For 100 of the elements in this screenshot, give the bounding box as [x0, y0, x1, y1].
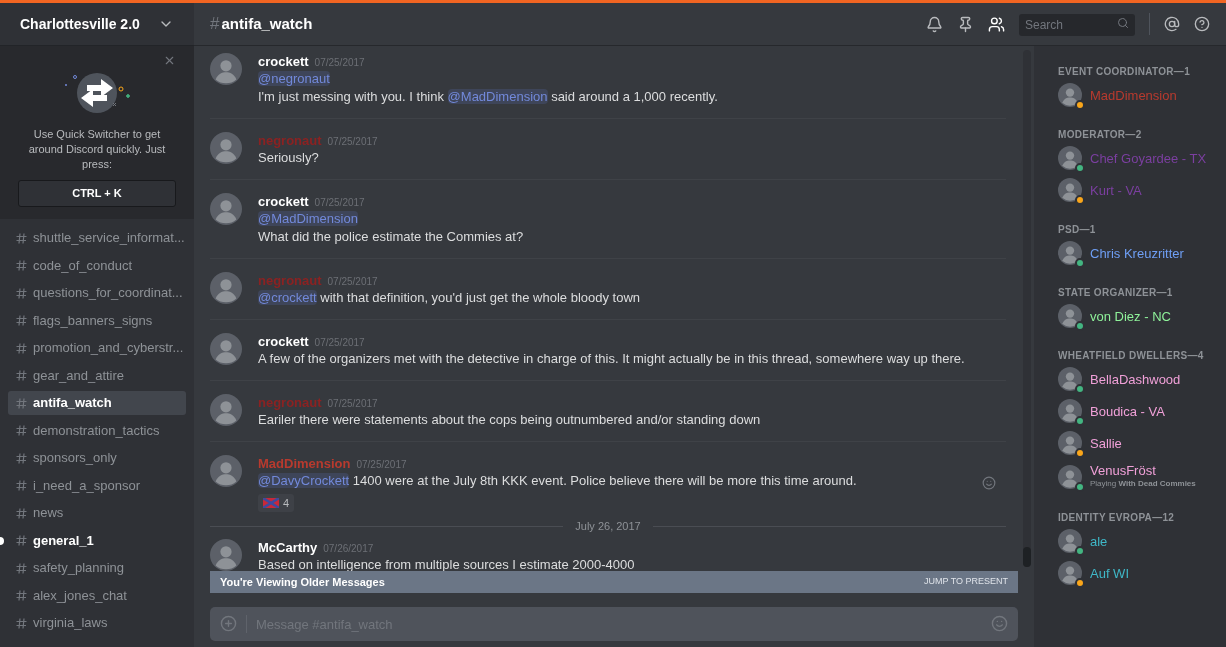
- channel-item[interactable]: questions_for_coordinat...: [8, 281, 186, 305]
- member-group-title: STATE ORGANIZER—1: [1058, 287, 1174, 298]
- mention-link[interactable]: @negronaut: [258, 71, 330, 86]
- author-name[interactable]: McCarthy: [258, 539, 318, 556]
- hash-icon: [16, 342, 27, 354]
- hash-icon: [16, 452, 27, 464]
- channel-item[interactable]: code_of_conduct: [8, 253, 186, 278]
- user-avatar: [210, 272, 242, 304]
- member-name: Sallie: [1090, 435, 1122, 451]
- member-item[interactable]: MadDimension: [1058, 83, 1218, 107]
- member-item[interactable]: Auf WI: [1058, 561, 1218, 585]
- hash-icon: [16, 535, 27, 546]
- message-text: I'm just messing with you. I think @MadDimension said around a 1,000 recently.: [258, 88, 718, 106]
- shortcut-key: CTRL + K: [18, 180, 176, 207]
- bell-icon[interactable]: [926, 15, 943, 33]
- member-avatar: [1058, 304, 1082, 328]
- channel-item[interactable]: gear_and_attire: [8, 363, 186, 388]
- member-group-title: WHEATFIELD DWELLERS—4: [1058, 350, 1205, 361]
- hash-icon: [16, 260, 27, 271]
- member-name: VenusFröst: [1090, 463, 1157, 478]
- channel-item[interactable]: virginia_laws: [8, 611, 186, 635]
- message-text: @DavyCrockett 1400 were at the July 8th KKK event. Police believe there will be more this time around.: [258, 472, 857, 490]
- hash-icon: [16, 617, 27, 629]
- member-name: MadDimension: [1090, 87, 1177, 103]
- member-avatar: [1058, 431, 1082, 455]
- member-item[interactable]: Chris Kreuzritter: [1058, 241, 1218, 265]
- member-name: Boudica - VA: [1090, 403, 1165, 419]
- search-field[interactable]: Search: [1019, 14, 1135, 36]
- member-avatar: [1058, 146, 1082, 170]
- message-text: Based on intelligence from multiple sources I estimate 2000-4000: [258, 556, 635, 571]
- mention-icon[interactable]: [1164, 16, 1180, 32]
- channel-item[interactable]: antifa_watch: [8, 391, 186, 415]
- channel-item[interactable]: alex_jones_chat: [8, 583, 186, 608]
- member-item[interactable]: von Diez - NC: [1058, 304, 1218, 328]
- pin-icon[interactable]: [957, 15, 974, 33]
- member-avatar: [1058, 399, 1082, 423]
- channel-item[interactable]: i_need_a_sponsor: [8, 473, 186, 498]
- member-avatar: [1058, 178, 1082, 202]
- search-icon: [1117, 17, 1129, 29]
- mention-link[interactable]: @MadDimension: [447, 89, 548, 104]
- channel-item[interactable]: safety_planning: [8, 556, 186, 580]
- help-icon[interactable]: [1194, 16, 1210, 32]
- mention-link[interactable]: @DavyCrockett: [258, 473, 350, 488]
- member-avatar: [1058, 83, 1082, 107]
- hash-icon: [16, 590, 27, 601]
- channel-item[interactable]: demonstration_tactics: [8, 418, 186, 443]
- message-text: Seriously?: [258, 149, 320, 167]
- hash-icon: [16, 562, 27, 574]
- close-icon[interactable]: [163, 54, 176, 67]
- hash-icon: [16, 315, 27, 326]
- member-item[interactable]: Sallie: [1058, 431, 1218, 455]
- hash-icon: [16, 232, 27, 244]
- user-avatar: [210, 394, 242, 426]
- channel-item[interactable]: sponsors_only: [8, 446, 186, 470]
- channel-item[interactable]: promotion_and_cyberstr...: [8, 336, 186, 360]
- member-avatar: [1058, 464, 1082, 489]
- jump-to-present-link[interactable]: JUMP TO PRESENT: [923, 575, 1008, 589]
- member-item[interactable]: ale: [1058, 529, 1218, 553]
- date-divider: July 26, 2017: [575, 519, 641, 533]
- message-text: A few of the organizers met with the detective in charge of this. It might actually be in this thread, somewhere way up there.: [258, 350, 965, 368]
- member-name: Auf WI: [1090, 565, 1129, 581]
- member-item[interactable]: BellaDashwood: [1058, 367, 1218, 391]
- user-avatar: [210, 333, 242, 365]
- mention-link[interactable]: @crockett: [258, 290, 317, 305]
- scrollbar-thumb[interactable]: [1023, 547, 1031, 567]
- reaction-pill[interactable]: 4: [258, 494, 295, 512]
- user-avatar: [210, 193, 242, 225]
- author-name[interactable]: crockett: [258, 193, 309, 210]
- older-messages-text: You're Viewing Older Messages: [220, 574, 385, 590]
- flag-icon: [263, 498, 279, 508]
- hash-icon: [16, 507, 27, 519]
- author-name[interactable]: crockett: [258, 53, 309, 70]
- hash-icon: [16, 287, 27, 299]
- member-item[interactable]: VenusFröst Playing With Dead Commies: [1058, 463, 1218, 490]
- author-name[interactable]: crockett: [258, 333, 309, 350]
- member-group-title: EVENT COORDINATOR—1: [1058, 66, 1191, 77]
- hash-icon: [16, 370, 27, 381]
- members-icon[interactable]: [988, 15, 1005, 33]
- member-group-title: PSD—1: [1058, 224, 1097, 235]
- hash-icon: [16, 425, 27, 436]
- channel-item[interactable]: shuttle_service_informat...: [8, 226, 186, 250]
- reaction-count: 4: [283, 495, 290, 511]
- message-text: What did the police estimate the Commies at?: [258, 228, 524, 246]
- member-item[interactable]: Boudica - VA: [1058, 399, 1218, 423]
- channel-item[interactable]: flags_banners_signs: [8, 308, 186, 333]
- user-avatar: [210, 132, 242, 164]
- quick-switcher-text: Use Quick Switcher to get around Discord quickly. Just press:: [27, 127, 167, 172]
- channel-item[interactable]: news: [8, 501, 186, 525]
- channel-item[interactable]: general_1: [8, 528, 186, 553]
- member-name: BellaDashwood: [1090, 371, 1181, 387]
- member-name: Chef Goyardee - TX: [1090, 150, 1207, 166]
- add-reaction-icon[interactable]: [982, 476, 996, 490]
- message-text: Eariler there were statements about the cops being outnumbered and/or standing down: [258, 411, 761, 429]
- mention-link[interactable]: @MadDimension: [258, 211, 358, 226]
- user-avatar: [210, 53, 242, 85]
- member-group-title: IDENTITY EVROPA—12: [1058, 512, 1176, 523]
- user-avatar: [210, 455, 242, 487]
- user-avatar: [210, 539, 242, 571]
- member-avatar: [1058, 367, 1082, 391]
- member-group-title: MODERATOR—2: [1058, 129, 1143, 140]
